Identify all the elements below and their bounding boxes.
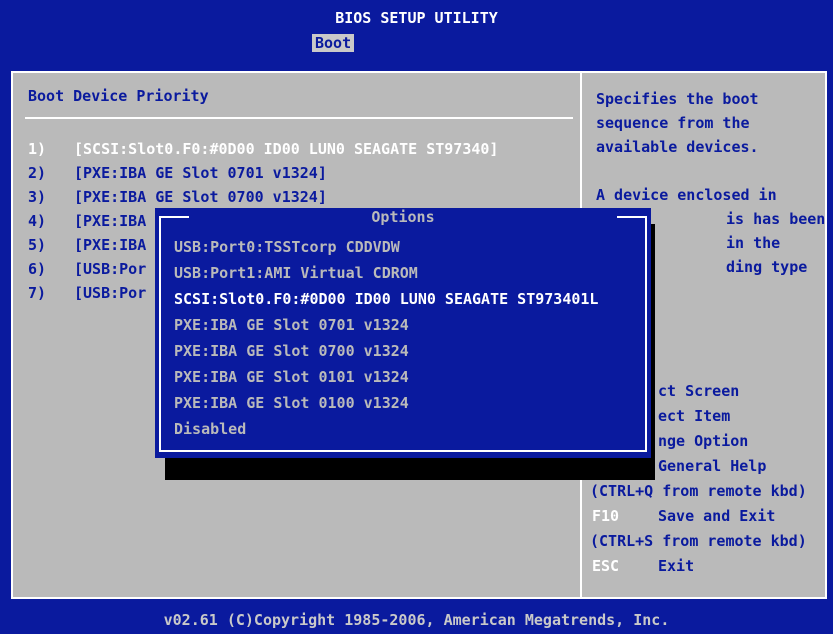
section-title: Boot Device Priority xyxy=(28,87,209,105)
option-item[interactable]: PXE:IBA GE Slot 0101 v1324 xyxy=(174,364,598,390)
option-item-highlighted[interactable]: SCSI:Slot0.F0:#0D00 ID00 LUN0 SEAGATE ST… xyxy=(174,286,598,312)
help-line: ding type xyxy=(726,258,808,276)
option-item[interactable]: PXE:IBA GE Slot 0701 v1324 xyxy=(174,312,598,338)
help-line: in the xyxy=(726,234,781,252)
header-bar: BIOS SETUP UTILITY Boot xyxy=(0,0,833,58)
option-item[interactable]: PXE:IBA GE Slot 0700 v1324 xyxy=(174,338,598,364)
boot-priority-item[interactable]: 3) [PXE:IBA GE Slot 0700 v1324] xyxy=(28,185,498,209)
option-item[interactable]: USB:Port0:TSSTcorp CDDVDW xyxy=(174,234,598,260)
option-item[interactable]: PXE:IBA GE Slot 0100 v1324 xyxy=(174,390,598,416)
popup-title: Options xyxy=(371,208,435,226)
option-item[interactable]: USB:Port1:AMI Virtual CDROM xyxy=(174,260,598,286)
copyright-footer: v02.61 (C)Copyright 1985-2006, American … xyxy=(163,611,670,629)
key-row: (CTRL+S from remote kbd) xyxy=(590,532,807,550)
key-row: F10 Save and Exit xyxy=(592,507,776,525)
key-row: ESC Exit xyxy=(592,557,695,575)
help-line: is has been xyxy=(726,210,826,228)
options-popup: Options USB:Port0:TSSTcorp CDDVDW USB:Po… xyxy=(155,208,651,458)
app-title: BIOS SETUP UTILITY xyxy=(335,9,498,27)
tab-boot[interactable]: Boot xyxy=(312,34,355,52)
options-list: USB:Port0:TSSTcorp CDDVDW USB:Port1:AMI … xyxy=(174,234,598,442)
boot-priority-item[interactable]: 2) [PXE:IBA GE Slot 0701 v1324] xyxy=(28,161,498,185)
option-item[interactable]: Disabled xyxy=(174,416,598,442)
section-rule xyxy=(25,117,573,119)
key-row: (CTRL+Q from remote kbd) xyxy=(590,482,807,500)
boot-priority-item[interactable]: 1) [SCSI:Slot0.F0:#0D00 ID00 LUN0 SEAGATE… xyxy=(28,137,498,161)
